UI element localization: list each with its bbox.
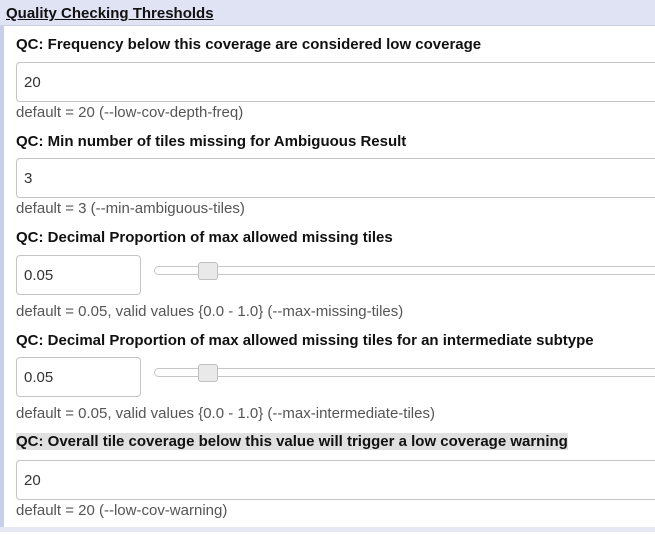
max-intermediate-tiles-slider-handle[interactable] — [198, 364, 218, 382]
low-cov-depth-freq-help: default = 20 (--low-cov-depth-freq) — [16, 104, 244, 121]
section-header[interactable]: Quality Checking Thresholds — [0, 0, 655, 26]
max-missing-tiles-slider-handle[interactable] — [198, 262, 218, 280]
max-intermediate-tiles-label: QC: Decimal Proportion of max allowed mi… — [16, 332, 594, 349]
min-ambiguous-tiles-input[interactable] — [16, 158, 655, 198]
max-missing-tiles-slider[interactable] — [154, 266, 655, 275]
section-bottom-border — [0, 527, 655, 532]
max-missing-tiles-help: default = 0.05, valid values {0.0 - 1.0}… — [16, 303, 404, 320]
max-missing-tiles-label: QC: Decimal Proportion of max allowed mi… — [16, 229, 393, 246]
low-cov-depth-freq-label: QC: Frequency below this coverage are co… — [16, 36, 482, 53]
min-ambiguous-tiles-label: QC: Min number of tiles missing for Ambi… — [16, 133, 407, 150]
min-ambiguous-tiles-help: default = 3 (--min-ambiguous-tiles) — [16, 200, 245, 217]
low-cov-warning-help: default = 20 (--low-cov-warning) — [16, 502, 228, 519]
max-intermediate-tiles-slider[interactable] — [154, 368, 655, 377]
low-cov-warning-input[interactable] — [16, 460, 655, 500]
low-cov-warning-label: QC: Overall tile coverage below this val… — [16, 433, 568, 450]
max-intermediate-tiles-input[interactable] — [16, 357, 141, 397]
low-cov-depth-freq-input[interactable] — [16, 62, 655, 102]
max-missing-tiles-input[interactable] — [16, 255, 141, 295]
max-intermediate-tiles-help: default = 0.05, valid values {0.0 - 1.0}… — [16, 405, 435, 422]
section-title[interactable]: Quality Checking Thresholds — [6, 5, 214, 22]
